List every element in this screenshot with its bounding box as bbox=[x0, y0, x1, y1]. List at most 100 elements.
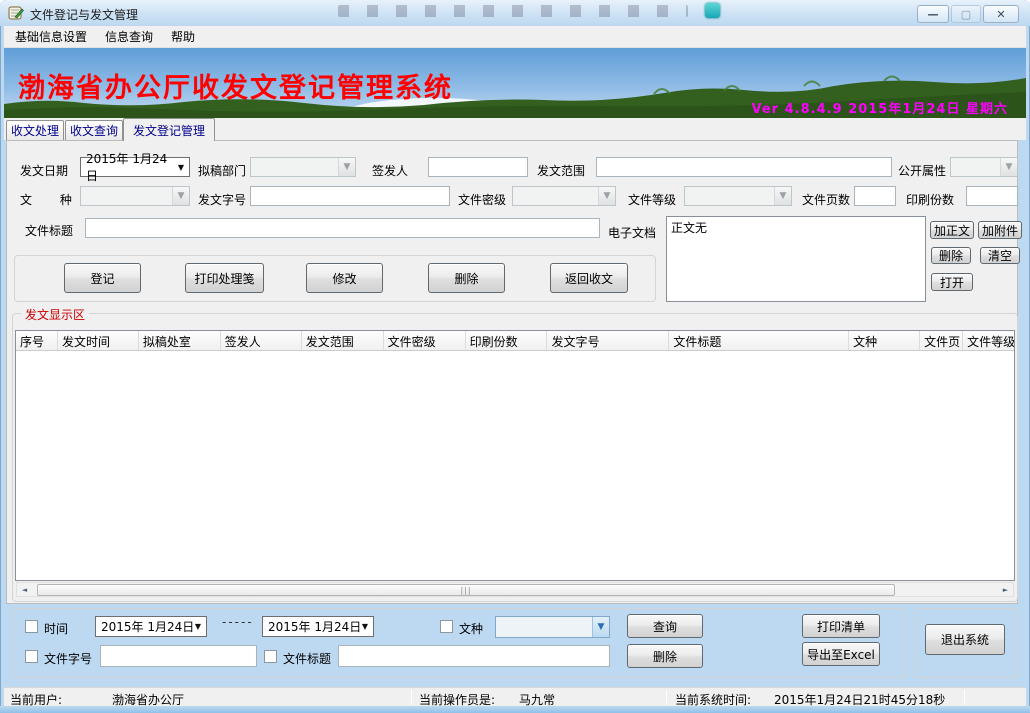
add-attachment-button[interactable]: 加附件 bbox=[978, 221, 1022, 239]
scope-input[interactable] bbox=[596, 157, 892, 177]
grade-combo: ▼ bbox=[684, 186, 792, 206]
menu-item-base-info[interactable]: 基础信息设置 bbox=[8, 26, 94, 47]
horizontal-scrollbar[interactable]: ◄ ► ||| bbox=[16, 582, 1014, 597]
col-seq[interactable]: 序号 bbox=[16, 331, 58, 350]
col-secrecy[interactable]: 文件密级 bbox=[384, 331, 466, 350]
draft-dept-combo: ▼ bbox=[250, 157, 356, 177]
system-title: 渤海省办公厅收发文登记管理系统 bbox=[18, 66, 453, 105]
col-grade[interactable]: 文件等级 bbox=[963, 331, 1014, 350]
edoc-clear-button[interactable]: 清空 bbox=[980, 247, 1020, 264]
title-bar: 文件登记与发文管理 — ▢ ✕ bbox=[0, 0, 1030, 26]
draft-dept-label: 拟稿部门 bbox=[198, 162, 246, 179]
query-date-from[interactable]: 2015年 1月24日▼ bbox=[95, 616, 207, 637]
doc-type-combo: ▼ bbox=[80, 186, 190, 206]
signer-input[interactable] bbox=[428, 157, 528, 177]
dropdown-arrow-icon: ▼ bbox=[362, 622, 368, 631]
col-doc-number[interactable]: 发文字号 bbox=[547, 331, 669, 350]
print-slip-button[interactable]: 打印处理笺 bbox=[185, 263, 264, 293]
status-bar: 当前用户: 渤海省办公厅 当前操作员是: 马九常 当前系统时间: 2015年1月… bbox=[4, 687, 1026, 706]
table-body-empty bbox=[16, 351, 1014, 580]
col-signer[interactable]: 签发人 bbox=[221, 331, 302, 350]
scroll-left-icon[interactable]: ◄ bbox=[17, 583, 32, 596]
col-scope[interactable]: 发文范围 bbox=[302, 331, 384, 350]
desktop-icons-showthrough bbox=[338, 5, 688, 17]
secrecy-label: 文件密级 bbox=[458, 191, 506, 208]
app-icon bbox=[8, 5, 24, 21]
dispatch-table[interactable]: 序号 发文时间 拟稿处室 签发人 发文范围 文件密级 印刷份数 发文字号 文件标… bbox=[15, 330, 1015, 581]
statusbar-separator bbox=[411, 690, 412, 705]
issue-date-picker[interactable]: 2015年 1月24日▼ bbox=[80, 157, 190, 177]
chevron-down-icon: ▼ bbox=[592, 617, 609, 637]
doc-type-checkbox-label: 文种 bbox=[459, 620, 483, 637]
doc-title-input[interactable] bbox=[85, 218, 600, 238]
tab-receive-query[interactable]: 收文查询 bbox=[65, 120, 123, 140]
doc-title-checkbox-label: 文件标题 bbox=[283, 650, 331, 667]
doc-title-checkbox[interactable] bbox=[264, 650, 277, 663]
tab-receive-process[interactable]: 收文处理 bbox=[6, 120, 64, 140]
maximize-button: ▢ bbox=[951, 5, 981, 23]
close-icon: ✕ bbox=[996, 8, 1005, 21]
delete-button[interactable]: 删除 bbox=[428, 263, 505, 293]
dropdown-arrow-icon: ▼ bbox=[178, 163, 184, 172]
chevron-down-icon: ▼ bbox=[338, 158, 355, 176]
query-delete-button[interactable]: 删除 bbox=[627, 644, 703, 668]
exit-system-button[interactable]: 退出系统 bbox=[925, 624, 1005, 655]
doc-title-label: 文件标题 bbox=[25, 222, 73, 239]
back-to-receive-button[interactable]: 返回收文 bbox=[550, 263, 628, 293]
export-excel-button[interactable]: 导出至Excel bbox=[802, 642, 880, 666]
menu-item-help[interactable]: 帮助 bbox=[164, 26, 202, 47]
modify-button[interactable]: 修改 bbox=[306, 263, 383, 293]
tab-dispatch-register[interactable]: 发文登记管理 bbox=[123, 118, 215, 141]
pages-label: 文件页数 bbox=[802, 191, 850, 208]
desktop-icon bbox=[705, 3, 720, 18]
edoc-open-button[interactable]: 打开 bbox=[931, 273, 973, 291]
grade-label: 文件等级 bbox=[628, 191, 676, 208]
doc-number-checkbox[interactable] bbox=[25, 650, 38, 663]
col-doc-type[interactable]: 文种 bbox=[849, 331, 920, 350]
menu-bar: 基础信息设置 信息查询 帮助 bbox=[4, 26, 1026, 48]
col-pages[interactable]: 文件页 bbox=[920, 331, 963, 350]
public-attr-label: 公开属性 bbox=[898, 162, 946, 179]
query-doc-number-input[interactable] bbox=[100, 645, 257, 667]
query-date-to[interactable]: 2015年 1月24日▼ bbox=[262, 616, 374, 637]
banner: 渤海省办公厅收发文登记管理系统 Ver 4.8.4.9 2015年1月24日 星… bbox=[4, 48, 1026, 118]
col-draft-office[interactable]: 拟稿处室 bbox=[139, 331, 221, 350]
maximize-icon: ▢ bbox=[961, 8, 971, 21]
add-body-button[interactable]: 加正文 bbox=[930, 221, 974, 239]
col-dispatch-time[interactable]: 发文时间 bbox=[58, 331, 139, 350]
chevron-down-icon: ▼ bbox=[774, 187, 791, 205]
copies-input[interactable] bbox=[966, 186, 1018, 206]
doc-type-checkbox[interactable] bbox=[440, 620, 453, 633]
time-checkbox[interactable] bbox=[25, 620, 38, 633]
statusbar-separator bbox=[666, 690, 667, 705]
display-legend: 发文显示区 bbox=[21, 306, 89, 323]
doc-number-input[interactable] bbox=[250, 186, 450, 206]
scope-label: 发文范围 bbox=[537, 162, 585, 179]
copies-label: 印刷份数 bbox=[906, 191, 954, 208]
close-button[interactable]: ✕ bbox=[983, 5, 1019, 23]
query-search-button[interactable]: 查询 bbox=[627, 614, 703, 638]
scroll-right-icon[interactable]: ► bbox=[998, 583, 1013, 596]
query-doc-type-combo[interactable]: ▼ bbox=[495, 616, 610, 638]
edoc-delete-button[interactable]: 删除 bbox=[931, 247, 971, 264]
scrollbar-thumb[interactable]: ||| bbox=[37, 584, 895, 596]
statusbar-separator bbox=[964, 690, 965, 705]
register-button[interactable]: 登记 bbox=[64, 263, 141, 293]
minimize-button[interactable]: — bbox=[917, 5, 949, 23]
tab-strip: 收文处理 收文查询 发文登记管理 bbox=[4, 118, 1026, 140]
col-doc-title[interactable]: 文件标题 bbox=[669, 331, 849, 350]
edoc-list-item[interactable]: 正文无 bbox=[671, 219, 921, 236]
edoc-listbox[interactable]: 正文无 bbox=[666, 216, 926, 302]
dropdown-arrow-icon: ▼ bbox=[195, 622, 201, 631]
window-bottom-frame bbox=[0, 706, 1030, 713]
window-title: 文件登记与发文管理 bbox=[30, 6, 138, 23]
print-list-button[interactable]: 打印清单 bbox=[802, 614, 880, 638]
menu-item-info-query[interactable]: 信息查询 bbox=[98, 26, 160, 47]
pages-input[interactable] bbox=[854, 186, 896, 206]
minimize-icon: — bbox=[928, 8, 939, 21]
signer-label: 签发人 bbox=[372, 162, 408, 179]
chevron-down-icon: ▼ bbox=[1000, 158, 1017, 176]
version-date-line: Ver 4.8.4.9 2015年1月24日 星期六 bbox=[752, 98, 1008, 117]
col-copies[interactable]: 印刷份数 bbox=[466, 331, 548, 350]
query-doc-title-input[interactable] bbox=[338, 645, 610, 667]
